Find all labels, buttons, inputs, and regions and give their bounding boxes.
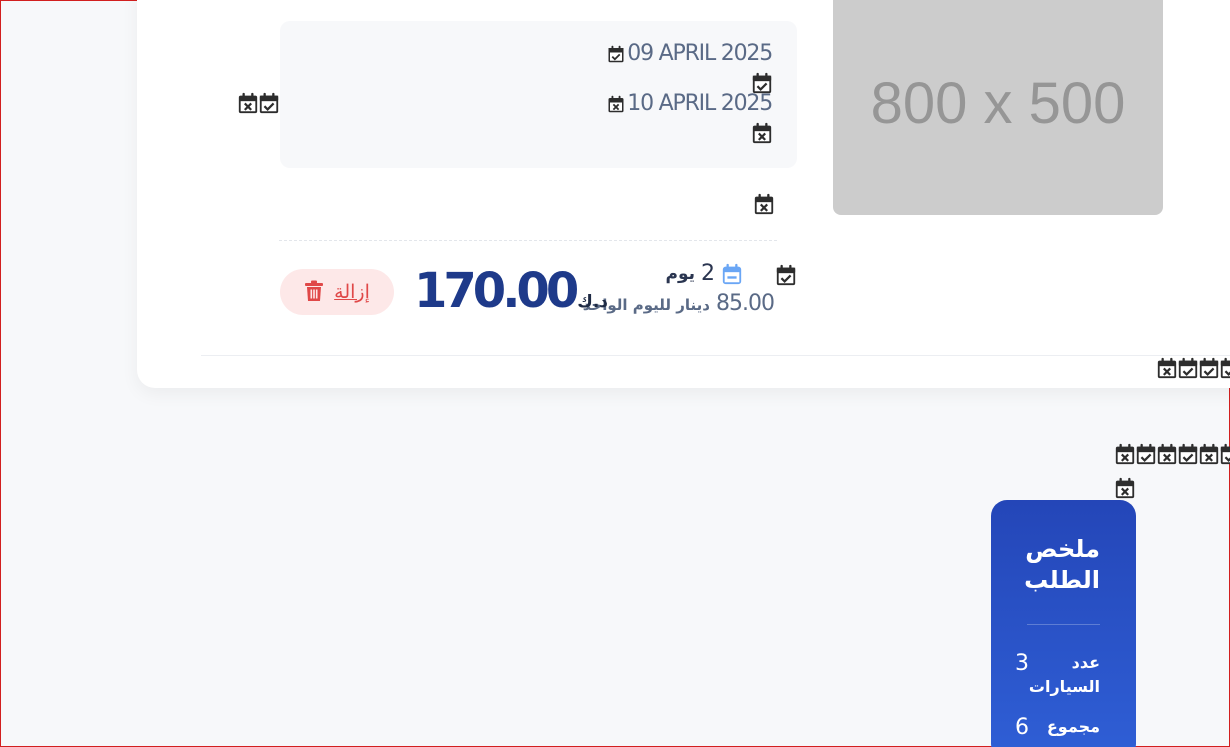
days-unit: يوم bbox=[665, 263, 695, 284]
calendar-x-icon bbox=[237, 92, 259, 114]
calendar-minus-icon bbox=[721, 263, 743, 285]
calendar-x-icon bbox=[607, 95, 625, 113]
card-divider bbox=[201, 355, 1230, 356]
total-price: 170.00 bbox=[414, 263, 579, 319]
currency: د.ك bbox=[577, 292, 608, 312]
calendar-check-icon bbox=[607, 45, 625, 63]
calendar-check-icon bbox=[1219, 357, 1230, 379]
calendar-x-icon bbox=[1156, 357, 1178, 379]
per-day-amount: 85.00 bbox=[716, 291, 775, 316]
remove-button[interactable]: إزالة bbox=[280, 269, 394, 315]
calendar-x-icon bbox=[1114, 477, 1136, 499]
item-total: 170.00 د.ك bbox=[414, 263, 608, 319]
cars-value: 3 bbox=[1015, 651, 1029, 676]
pickup-date: 09 APRIL 2025 bbox=[607, 41, 773, 66]
calendar-check-icon bbox=[258, 92, 280, 114]
rental-dates-box: 09 APRIL 2025 10 APRIL 2025 bbox=[280, 21, 797, 168]
trash-icon bbox=[304, 280, 324, 305]
pickup-date-text: 09 APRIL 2025 bbox=[627, 41, 773, 66]
calendar-check-icon bbox=[1219, 443, 1230, 465]
total-value: 6 bbox=[1015, 715, 1029, 740]
item-divider bbox=[279, 240, 777, 241]
order-summary-card: ملخص الطلب عدد السيارات 3 مجموع 6 bbox=[991, 500, 1136, 747]
calendar-x-icon bbox=[1114, 443, 1136, 465]
cars-label: عدد السيارات bbox=[1028, 653, 1100, 696]
remove-label: إزالة bbox=[334, 281, 370, 303]
per-day-price: دينار لليوم الواحد 85.00 bbox=[583, 291, 775, 316]
summary-cars-row: عدد السيارات 3 bbox=[1015, 651, 1100, 699]
calendar-check-icon bbox=[1177, 357, 1199, 379]
rental-days: يوم 2 bbox=[665, 261, 743, 286]
summary-total-row: مجموع 6 bbox=[1015, 715, 1100, 741]
return-date: 10 APRIL 2025 bbox=[607, 91, 773, 116]
calendar-check-icon bbox=[775, 264, 797, 286]
days-count: 2 bbox=[701, 261, 715, 286]
calendar-x-icon bbox=[1198, 443, 1220, 465]
calendar-x-icon bbox=[751, 122, 773, 144]
total-label: مجموع bbox=[1046, 717, 1100, 736]
calendar-check-icon bbox=[1177, 443, 1199, 465]
summary-divider bbox=[1027, 624, 1100, 625]
calendar-x-icon bbox=[1156, 443, 1178, 465]
image-placeholder-text: 800 x 500 bbox=[870, 70, 1126, 136]
calendar-check-icon bbox=[1198, 357, 1220, 379]
car-image: 800 x 500 bbox=[833, 0, 1163, 215]
calendar-x-icon bbox=[753, 193, 775, 215]
summary-title: ملخص الطلب bbox=[1024, 535, 1100, 594]
return-date-text: 10 APRIL 2025 bbox=[627, 91, 773, 116]
calendar-check-icon bbox=[751, 72, 773, 94]
calendar-check-icon bbox=[1135, 443, 1157, 465]
